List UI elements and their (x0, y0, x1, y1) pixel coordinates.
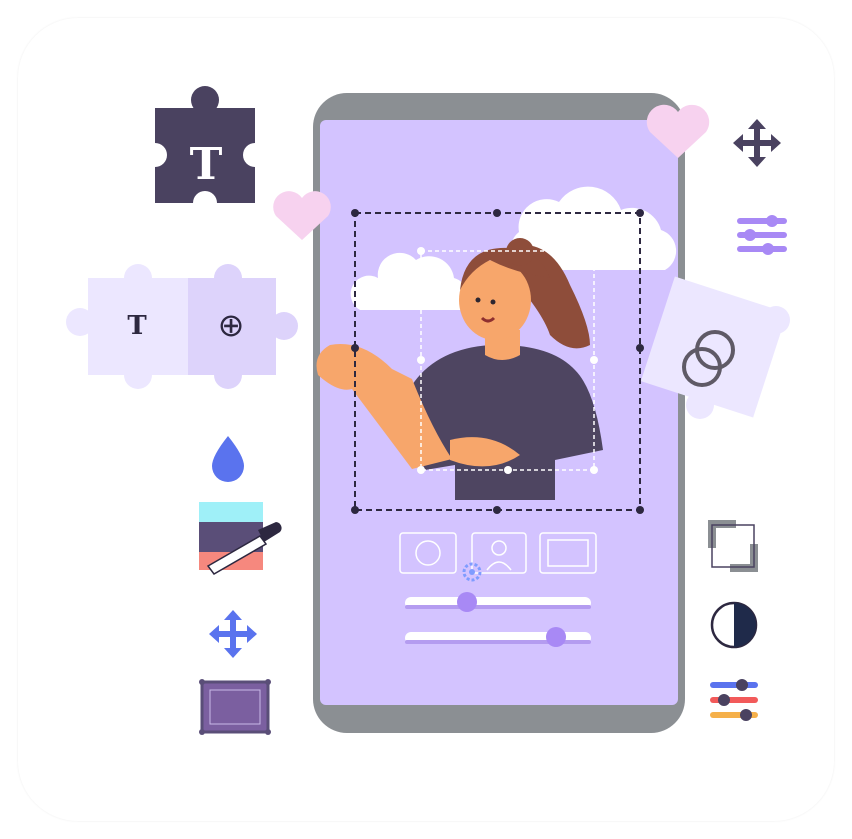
color-picker-icon (199, 502, 282, 575)
move-icon (209, 610, 257, 658)
color-sliders-icon (710, 679, 758, 721)
drop-icon (212, 436, 244, 482)
crop-icon (708, 520, 758, 572)
text-glyph-light: T (127, 311, 147, 341)
frame-icon (199, 679, 271, 735)
text-plus-puzzle (66, 264, 298, 389)
plus-circle-icon: ⊕ (217, 306, 245, 344)
move-icon (733, 119, 781, 167)
text-glyph-dark: T (189, 139, 223, 190)
contrast-icon (710, 601, 758, 649)
sliders-icon (737, 215, 787, 255)
illustration-canvas (66, 86, 790, 735)
